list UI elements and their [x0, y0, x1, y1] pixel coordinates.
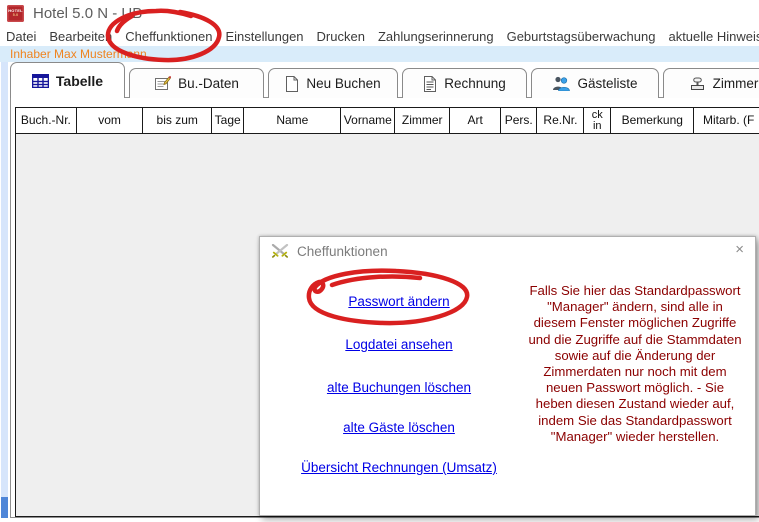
menu-datei[interactable]: Datei: [6, 29, 36, 44]
col-ck-in[interactable]: ck in: [584, 108, 611, 133]
crossed-swords-icon: [271, 244, 289, 259]
tab-label: Rechnung: [444, 76, 506, 91]
col-buch-nr[interactable]: Buch.-Nr.: [16, 108, 77, 133]
tab-label: Bu.-Daten: [178, 76, 239, 91]
menu-drucken[interactable]: Drucken: [317, 29, 365, 44]
cheffunktionen-dialog: Cheffunktionen × Passwort ändern Logdate…: [259, 236, 756, 516]
tab-label: Tabelle: [56, 73, 103, 89]
menu-geburtstagsueberwachung[interactable]: Geburtstagsüberwachung: [507, 29, 656, 44]
tab-bar: Tabelle Bu.-Daten Neu Buchen Rechnung Gä…: [10, 62, 759, 98]
new-page-icon: [285, 76, 299, 92]
col-vorname[interactable]: Vorname: [341, 108, 395, 133]
form-edit-icon: [154, 76, 171, 91]
window-titlebar: HOTEL 5.0 Hotel 5.0 N - UB: [0, 0, 759, 26]
tab-label: Neu Buchen: [306, 76, 380, 91]
menu-bar: Datei Bearbeiten Cheffunktionen Einstell…: [0, 26, 759, 46]
link-logdatei-ansehen[interactable]: Logdatei ansehen: [260, 337, 538, 352]
tab-label: Zimmer: [713, 76, 759, 91]
tab-label: Gästeliste: [577, 76, 637, 91]
link-alte-gaeste-loeschen[interactable]: alte Gäste löschen: [260, 420, 538, 435]
col-mitarb[interactable]: Mitarb. (F: [694, 108, 759, 133]
col-vom[interactable]: vom: [77, 108, 144, 133]
tab-tabelle[interactable]: Tabelle: [10, 62, 125, 98]
invoice-icon: [423, 76, 437, 92]
link-passwort-aendern[interactable]: Passwort ändern: [260, 294, 538, 309]
tab-zimmer[interactable]: Zimmer: [663, 68, 759, 98]
col-pers[interactable]: Pers.: [501, 108, 537, 133]
tab-neu-buchen[interactable]: Neu Buchen: [268, 68, 398, 98]
dialog-close-icon[interactable]: ×: [735, 242, 744, 257]
owner-bar: Inhaber Max Mustermann: [0, 46, 759, 62]
col-zimmer[interactable]: Zimmer: [395, 108, 450, 133]
menu-bearbeiten[interactable]: Bearbeiten: [49, 29, 112, 44]
menu-einstellungen[interactable]: Einstellungen: [225, 29, 303, 44]
tab-gaesteliste[interactable]: Gästeliste: [531, 68, 659, 98]
stamp-icon: [688, 76, 706, 91]
col-tage[interactable]: Tage: [212, 108, 244, 133]
col-bemerkung[interactable]: Bemerkung: [611, 108, 694, 133]
window-title: Hotel 5.0 N - UB: [33, 5, 142, 22]
dialog-title: Cheffunktionen: [297, 244, 388, 259]
left-scroll-strip[interactable]: [1, 62, 8, 518]
tab-rechnung[interactable]: Rechnung: [402, 68, 527, 98]
owner-name: Inhaber Max Mustermann: [10, 47, 147, 61]
left-scroll-thumb[interactable]: [1, 497, 8, 518]
table-header-row: Buch.-Nr. vom bis zum Tage Name Vorname …: [16, 108, 759, 134]
tab-bu-daten[interactable]: Bu.-Daten: [129, 68, 264, 98]
menu-cheffunktionen[interactable]: Cheffunktionen: [125, 29, 212, 44]
link-uebersicht-rechnungen[interactable]: Übersicht Rechnungen (Umsatz): [260, 460, 538, 475]
col-re-nr[interactable]: Re.Nr.: [537, 108, 584, 133]
app-logo-icon: HOTEL 5.0: [7, 5, 24, 22]
col-bis-zum[interactable]: bis zum: [143, 108, 212, 133]
menu-zahlungserinnerung[interactable]: Zahlungserinnerung: [378, 29, 494, 44]
dialog-titlebar: Cheffunktionen ×: [260, 237, 755, 265]
table-icon: [32, 74, 49, 88]
col-art[interactable]: Art: [450, 108, 501, 133]
password-warning-text: Falls Sie hier das Standardpasswort "Man…: [526, 283, 744, 445]
link-alte-buchungen-loeschen[interactable]: alte Buchungen löschen: [260, 380, 538, 395]
menu-aktuelle-hinweise[interactable]: aktuelle Hinweise: [668, 29, 759, 44]
col-name[interactable]: Name: [244, 108, 341, 133]
guests-icon: [552, 76, 570, 91]
